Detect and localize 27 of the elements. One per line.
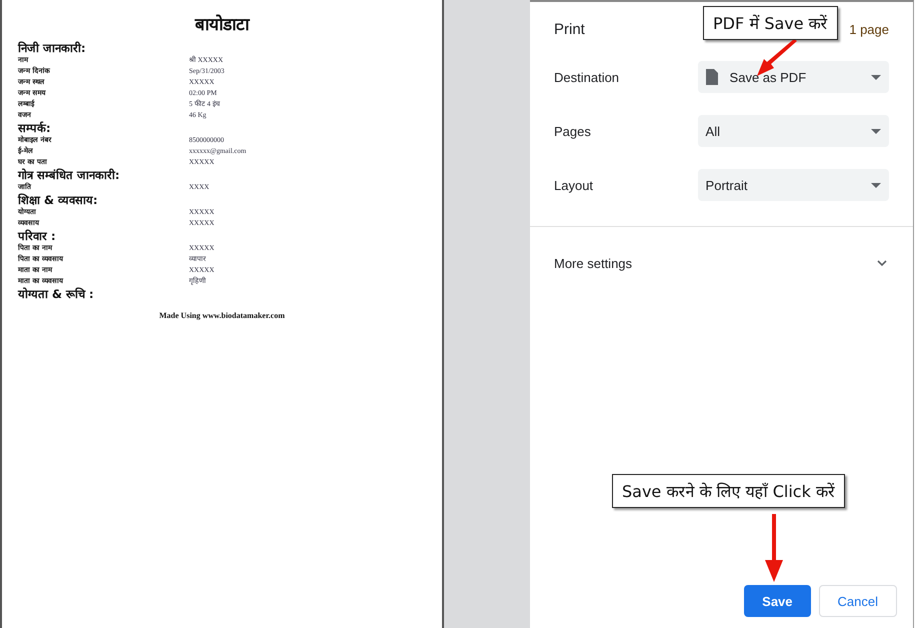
callout-note: Save करने के लिए यहाँ Click करें bbox=[612, 474, 845, 508]
section-heading: निजी जानकारी: bbox=[18, 41, 87, 55]
callout-note: PDF में Save करें bbox=[703, 6, 838, 40]
section-heading: सम्पर्क: bbox=[18, 121, 52, 135]
section-heading: परिवार : bbox=[18, 229, 57, 243]
document-title: बायोडाटा bbox=[194, 14, 251, 35]
chevron-icon bbox=[877, 260, 887, 266]
dropdown-caret-icon bbox=[871, 182, 881, 188]
dialog-title: Print bbox=[554, 20, 585, 38]
footer-text: Made Using www.biodatamaker.com bbox=[159, 311, 285, 320]
dropdown-caret-icon bbox=[871, 128, 881, 134]
section-heading: गोत्र सम्बंधित जानकारी: bbox=[18, 168, 121, 182]
dropdown-caret-icon bbox=[871, 74, 881, 80]
page-count: 1 page bbox=[849, 22, 889, 36]
section-heading: योग्यता & रूचि : bbox=[18, 287, 95, 301]
setting-dropdown[interactable]: Save as PDF bbox=[698, 61, 889, 93]
save-button[interactable]: Save bbox=[744, 585, 811, 617]
section-heading: शिक्षा & व्यवसाय: bbox=[18, 193, 99, 207]
cancel-button[interactable]: Cancel bbox=[818, 585, 897, 617]
setting-dropdown[interactable]: Portrait bbox=[698, 169, 889, 201]
setting-label: Pages bbox=[554, 124, 592, 138]
arrow-icon bbox=[764, 514, 784, 582]
setting-label: Layout bbox=[554, 178, 594, 192]
more-settings-toggle[interactable]: More settings bbox=[530, 227, 913, 299]
setting-label: Destination bbox=[554, 70, 620, 84]
document-icon bbox=[706, 69, 718, 85]
setting-dropdown[interactable]: All bbox=[698, 115, 889, 147]
